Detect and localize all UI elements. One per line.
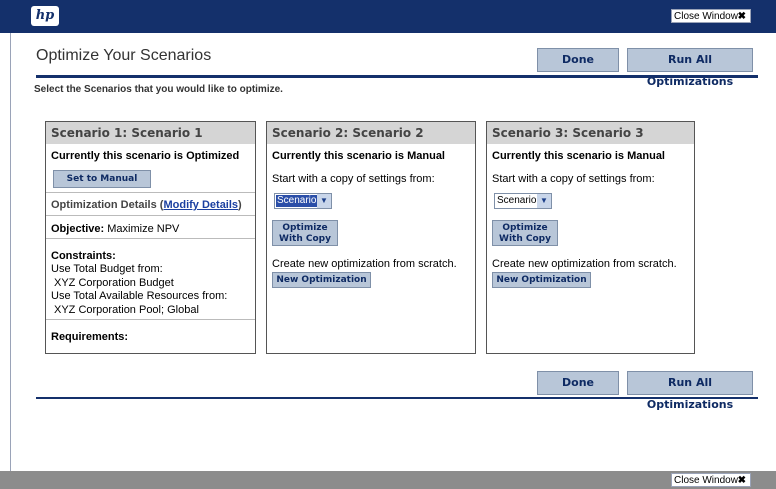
scenario-2-title: Scenario 2: Scenario 2	[267, 122, 475, 144]
scenario-2-panel: Scenario 2: Scenario 2 Currently this sc…	[266, 121, 476, 354]
scenario-3-status: Currently this scenario is Manual	[492, 150, 665, 162]
close-icon: ✖	[737, 475, 746, 486]
scenario-2-status: Currently this scenario is Manual	[272, 150, 445, 162]
modify-details-link[interactable]: Modify Details	[163, 199, 238, 211]
chevron-down-icon: ▼	[317, 194, 331, 208]
requirements-label: Requirements:	[51, 331, 129, 343]
scenario-1-panel: Scenario 1: Scenario 1 Currently this sc…	[45, 121, 256, 354]
hp-logo-text: hp	[35, 8, 55, 23]
separator	[46, 319, 255, 320]
scenario-3-title: Scenario 3: Scenario 3	[487, 122, 694, 144]
footer-bar	[0, 471, 776, 489]
copy-from-select[interactable]: Scenario 1 ▼	[274, 193, 332, 209]
hp-logo: hp	[31, 6, 59, 26]
run-all-optimizations-button-bottom[interactable]: Run All Optimizations	[627, 371, 753, 411]
bottom-rule	[36, 397, 758, 399]
new-optimization-button[interactable]: New Optimization	[492, 272, 591, 288]
title-rule	[36, 75, 758, 78]
page-title: Optimize Your Scenarios	[36, 47, 212, 64]
constraint-line: XYZ Corporation Budget	[54, 277, 174, 289]
scenario-1-title: Scenario 1: Scenario 1	[46, 122, 255, 144]
optimization-details-label: Optimization Details (	[51, 199, 164, 211]
copy-prompt: Start with a copy of settings from:	[492, 173, 655, 185]
close-window-label: Close Window	[674, 11, 738, 22]
copy-from-select[interactable]: Scenario 1 ▼	[494, 193, 552, 209]
constraint-line: Use Total Budget from:	[51, 263, 163, 275]
separator	[46, 215, 255, 216]
constraint-line: XYZ Corporation Pool; Global	[54, 304, 199, 316]
scratch-prompt: Create new optimization from scratch.	[492, 258, 677, 270]
copy-prompt: Start with a copy of settings from:	[272, 173, 435, 185]
objective-row: Objective: Maximize NPV	[51, 223, 179, 235]
run-all-optimizations-button-top[interactable]: Run All Optimizations	[627, 48, 753, 88]
optimize-line1: Optimize	[502, 223, 548, 233]
top-bar: hp Close Window ✖	[0, 0, 776, 33]
left-border	[10, 33, 11, 471]
optimize-line2: With Copy	[499, 234, 551, 244]
scratch-prompt: Create new optimization from scratch.	[272, 258, 457, 270]
optimization-details-suffix: )	[238, 199, 242, 211]
scenario-3-panel: Scenario 3: Scenario 3 Currently this sc…	[486, 121, 695, 354]
new-optimization-button[interactable]: New Optimization	[272, 272, 371, 288]
optimize-with-copy-button[interactable]: Optimize With Copy	[272, 220, 338, 246]
done-button-bottom[interactable]: Done	[537, 371, 619, 395]
chevron-down-icon: ▼	[537, 194, 551, 208]
close-window-button-bottom[interactable]: Close Window ✖	[671, 473, 751, 487]
instructions-text: Select the Scenarios that you would like…	[34, 84, 283, 95]
scenario-1-status: Currently this scenario is Optimized	[51, 150, 240, 162]
close-window-button-top[interactable]: Close Window ✖	[671, 9, 751, 23]
separator	[46, 238, 255, 239]
close-icon: ✖	[737, 11, 746, 22]
separator	[46, 192, 255, 193]
optimize-line1: Optimize	[282, 223, 328, 233]
optimize-with-copy-button[interactable]: Optimize With Copy	[492, 220, 558, 246]
constraint-line: Use Total Available Resources from:	[51, 290, 228, 302]
optimize-line2: With Copy	[279, 234, 331, 244]
constraints-label: Constraints:	[51, 250, 116, 262]
set-to-manual-button[interactable]: Set to Manual	[53, 170, 151, 188]
close-window-label: Close Window	[674, 475, 738, 486]
optimization-details: Optimization Details (Modify Details)	[51, 199, 242, 211]
objective-label: Objective:	[51, 223, 105, 235]
done-button-top[interactable]: Done	[537, 48, 619, 72]
objective-value: Maximize NPV	[107, 223, 180, 235]
